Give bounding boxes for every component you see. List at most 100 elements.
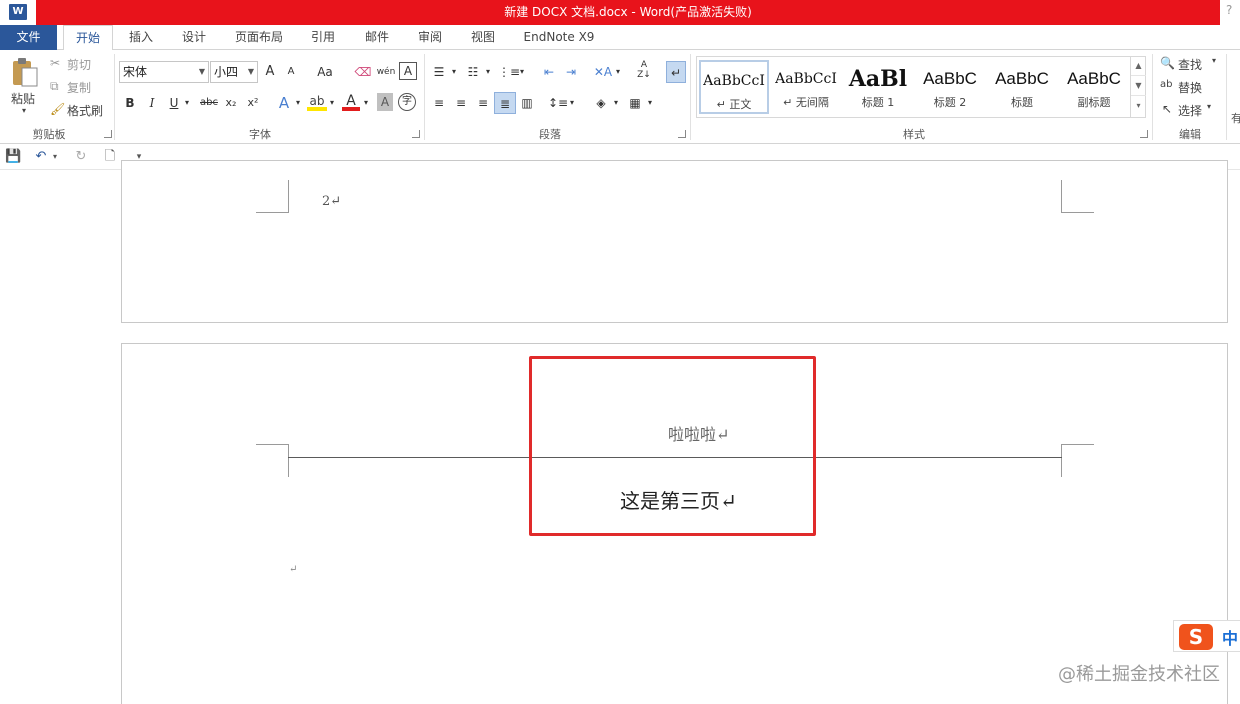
select-button[interactable]: 选择 (1178, 102, 1202, 119)
paste-icon[interactable] (11, 58, 39, 88)
numbering-icon[interactable]: ☷ (464, 62, 482, 82)
increase-indent-icon[interactable]: ⇥ (562, 62, 580, 82)
align-center-icon[interactable]: ≡ (452, 93, 470, 113)
replace-button[interactable]: 替换 (1178, 79, 1202, 96)
strikethrough-button[interactable]: abc (198, 93, 220, 113)
font-size-combo[interactable]: 小四 ▼ (210, 61, 258, 83)
style-subtitle[interactable]: AaBbC 副标题 (1059, 60, 1129, 114)
align-right-icon[interactable]: ≡ (474, 93, 492, 113)
scroll-up-icon[interactable]: ▲ (1131, 56, 1146, 76)
chevron-down-icon[interactable]: ▾ (1207, 102, 1211, 111)
cut-icon[interactable]: ✂ (50, 56, 60, 70)
ime-indicator[interactable]: S 中 (1173, 620, 1240, 652)
align-left-icon[interactable]: ≡ (430, 93, 448, 113)
bullets-icon[interactable]: ☰ (430, 62, 448, 82)
chevron-down-icon[interactable]: ▾ (294, 93, 302, 113)
tab-view[interactable]: 视图 (460, 25, 506, 50)
style-normal[interactable]: AaBbCcI ↵ 正文 (699, 60, 769, 114)
page-number-text[interactable]: 2↵ (322, 194, 341, 209)
font-color-button[interactable]: A (342, 91, 360, 111)
tab-references[interactable]: 引用 (300, 25, 346, 50)
chinese-layout-icon[interactable]: ✕A (592, 62, 614, 82)
font-name-combo[interactable]: 宋体 ▼ (119, 61, 209, 83)
tab-home[interactable]: 开始 (63, 25, 113, 51)
copy-button[interactable]: 复制 (67, 79, 91, 96)
text-effects-button[interactable]: A (275, 93, 293, 113)
save-icon[interactable]: 💾 (5, 148, 21, 166)
distributed-icon[interactable]: ▥ (518, 93, 536, 113)
format-painter-button[interactable]: 格式刷 (67, 102, 103, 119)
borders-icon[interactable]: ▦ (626, 93, 644, 113)
undo-icon[interactable]: ↶ (33, 148, 49, 166)
clear-format-icon[interactable]: ⌫ (354, 62, 372, 82)
paragraph-group-label: 段落 (539, 128, 561, 141)
select-icon[interactable]: ↖ (1162, 102, 1172, 116)
chevron-down-icon[interactable]: ▾ (182, 93, 192, 113)
chevron-down-icon[interactable]: ▾ (568, 93, 576, 113)
phonetic-guide-button[interactable]: wén (376, 62, 396, 82)
find-icon[interactable]: 🔍 (1160, 56, 1175, 70)
paragraph-launcher-icon[interactable] (678, 130, 686, 138)
styles-more-icon[interactable]: ▾ (1131, 96, 1146, 116)
cut-button[interactable]: 剪切 (67, 56, 91, 73)
chevron-down-icon[interactable]: ▾ (450, 62, 458, 82)
tab-file[interactable]: 文件 (0, 25, 57, 50)
paragraph-mark[interactable]: ↵ (289, 564, 297, 575)
chevron-down-icon[interactable]: ▾ (328, 93, 336, 113)
style-no-spacing[interactable]: AaBbCcI ↵ 无间隔 (771, 60, 841, 114)
justify-icon[interactable]: ≣ (494, 92, 516, 114)
tab-page-layout[interactable]: 页面布局 (228, 25, 290, 50)
underline-button[interactable]: U (166, 93, 182, 113)
grow-font-button[interactable]: A (262, 62, 278, 82)
enclose-char-button[interactable]: 字 (398, 93, 416, 111)
tab-endnote[interactable]: EndNote X9 (514, 25, 604, 50)
chevron-down-icon[interactable]: ▾ (484, 62, 492, 82)
tab-review[interactable]: 审阅 (407, 25, 453, 50)
change-case-button[interactable]: Aa (310, 62, 340, 82)
copy-icon[interactable]: ⧉ (50, 79, 59, 94)
style-name: ↵ 正文 (716, 98, 752, 111)
font-launcher-icon[interactable] (412, 130, 420, 138)
help-icon[interactable]: ? (1226, 3, 1240, 21)
tab-mailings[interactable]: 邮件 (354, 25, 400, 50)
new-document-icon[interactable]: 🗋 (102, 148, 118, 166)
replace-icon[interactable]: ab (1160, 79, 1172, 90)
styles-launcher-icon[interactable] (1140, 130, 1148, 138)
chevron-down-icon[interactable]: ▾ (518, 62, 526, 82)
chevron-down-icon[interactable]: ▾ (614, 62, 622, 82)
shrink-font-button[interactable]: A (284, 62, 298, 82)
document-area: 2↵ 啦啦啦↵ 这是第三页↵ ↵ (0, 160, 1240, 704)
decrease-indent-icon[interactable]: ⇤ (540, 62, 558, 82)
multilevel-list-icon[interactable]: ⋮≡ (498, 62, 520, 82)
chevron-down-icon[interactable]: ▾ (51, 148, 59, 166)
sort-button[interactable]: A Z↓ (634, 60, 654, 80)
redo-icon[interactable]: ↻ (73, 148, 89, 166)
line-spacing-icon[interactable]: ↕≡ (548, 93, 568, 113)
document-page-2[interactable]: 2↵ (121, 160, 1228, 323)
char-shading-button[interactable]: A (377, 93, 393, 111)
highlight-color-icon[interactable]: ab (307, 91, 327, 111)
paste-button[interactable]: 粘贴 (11, 90, 35, 107)
scroll-down-icon[interactable]: ▼ (1131, 76, 1146, 96)
style-heading-1[interactable]: AaBl 标题 1 (843, 60, 913, 114)
char-border-button[interactable]: A (399, 62, 417, 80)
style-heading-2[interactable]: AaBbC 标题 2 (915, 60, 985, 114)
word-app-icon[interactable]: W (9, 4, 27, 20)
tab-design[interactable]: 设计 (171, 25, 217, 50)
shading-icon[interactable]: ◈ (592, 93, 610, 113)
chevron-down-icon[interactable]: ▾ (646, 93, 654, 113)
find-button[interactable]: 查找 (1178, 56, 1202, 73)
subscript-button[interactable]: x₂ (222, 93, 240, 113)
show-marks-button[interactable]: ↵ (666, 61, 686, 83)
clipboard-launcher-icon[interactable] (104, 130, 112, 138)
tab-insert[interactable]: 插入 (118, 25, 164, 50)
chevron-down-icon[interactable]: ▾ (1212, 56, 1216, 65)
paste-dropdown-icon[interactable]: ▾ (22, 106, 26, 115)
superscript-button[interactable]: x² (244, 93, 262, 113)
chevron-down-icon[interactable]: ▾ (612, 93, 620, 113)
italic-button[interactable]: I (144, 93, 160, 113)
format-painter-icon[interactable]: 🖌 (50, 102, 65, 116)
chevron-down-icon[interactable]: ▾ (362, 93, 370, 113)
style-title[interactable]: AaBbC 标题 (987, 60, 1057, 114)
bold-button[interactable]: B (122, 93, 138, 113)
